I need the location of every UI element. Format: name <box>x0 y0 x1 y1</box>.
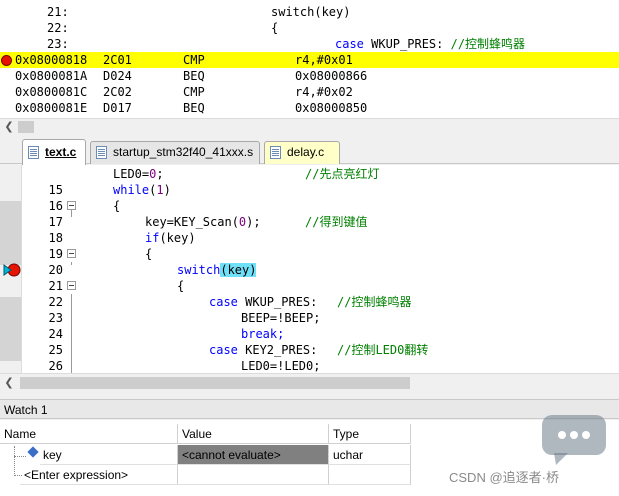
disasm-source-lineno: 21: <box>47 5 69 19</box>
enter-expression-value <box>178 465 329 485</box>
disasm-source-line[interactable]: 22: { <box>0 20 619 36</box>
disasm-operands: 0x08000850 <box>295 101 368 115</box>
code-line[interactable]: 27 LED0=!LED0; <box>0 358 619 373</box>
disasm-line[interactable]: 0x0800081C 2C02 CMP r4,#0x02 <box>0 84 619 100</box>
disassembly-scrollbar[interactable]: ❮ <box>0 118 619 134</box>
tab-label: delay.c <box>287 145 325 159</box>
disasm-opcode: D017 <box>103 101 132 115</box>
code-text: switch(key) <box>177 263 257 277</box>
code-text: { <box>145 247 153 261</box>
disasm-source-lineno: 22: <box>47 21 69 35</box>
disasm-operands: 0x08000866 <box>295 69 368 83</box>
disasm-line[interactable]: 0x0800081A D024 BEQ 0x08000866 <box>0 68 619 84</box>
code-line[interactable]: 16 while(1) <box>0 182 619 213</box>
disasm-opcode: 2C01 <box>103 53 132 67</box>
code-line[interactable]: 26 case KEY2_PRES: //控制LED0翻转 <box>0 342 619 373</box>
tree-guide <box>14 456 26 457</box>
code-text: case KEY2_PRES: <box>209 343 318 357</box>
code-text: BEEP=!BEEP; <box>241 311 321 325</box>
asm-file-icon <box>96 146 107 159</box>
fold-collapse-icon[interactable] <box>67 201 76 210</box>
fold-collapse-icon[interactable] <box>67 281 76 290</box>
code-line[interactable]: 22 { <box>0 278 619 309</box>
disasm-address: 0x0800081C <box>15 85 88 99</box>
disassembly-pane[interactable]: 21: switch(key) 22: { 23: case WKUP_PRES… <box>0 0 619 118</box>
csdn-watermark: CSDN @追逐者·桥 <box>449 470 559 485</box>
variable-icon <box>27 446 39 458</box>
disasm-current-line[interactable]: 0x08000818 2C01 CMP r4,#0x01 <box>0 52 619 68</box>
disasm-address: 0x0800081A <box>15 69 88 83</box>
code-line[interactable]: 20 { <box>0 246 619 277</box>
scroll-left-icon[interactable]: ❮ <box>2 119 16 135</box>
disasm-address: 0x08000818 <box>15 53 88 67</box>
code-text: key=KEY_Scan(0); <box>145 215 261 229</box>
code-text: { <box>113 199 121 213</box>
code-line[interactable]: 15 LED0=0; //先点亮红灯 <box>0 166 619 197</box>
code-text: break; <box>241 327 285 341</box>
c-file-icon <box>28 146 39 159</box>
code-line-current[interactable]: 21 switch(key) <box>0 262 619 293</box>
disasm-address: 0x0800081E <box>15 101 88 115</box>
disasm-source-line[interactable]: 23: case WKUP_PRES: //控制蜂鸣器 <box>0 36 619 52</box>
breakpoint-icon[interactable] <box>1 55 12 66</box>
code-line[interactable]: 17 { <box>0 198 619 229</box>
enter-expression-type <box>329 465 411 485</box>
disasm-opcode: D024 <box>103 69 132 83</box>
column-header-name[interactable]: Name <box>0 424 178 444</box>
tab-startup-s[interactable]: startup_stm32f40_41xxx.s <box>90 141 260 164</box>
disasm-mnemonic: CMP <box>183 85 205 99</box>
disasm-source-text: { <box>271 21 279 35</box>
disasm-mnemonic: CMP <box>183 53 205 67</box>
tab-text-c[interactable]: text.c <box>22 139 86 165</box>
disasm-line[interactable]: 0x0800081E D017 BEQ 0x08000850 <box>0 100 619 116</box>
disasm-mnemonic: BEQ <box>183 101 205 115</box>
disasm-operands: r4,#0x02 <box>295 85 353 99</box>
tab-label: startup_stm32f40_41xxx.s <box>113 145 254 159</box>
enter-expression-field[interactable]: <Enter expression> <box>20 465 178 485</box>
code-comment: //先点亮红灯 <box>305 167 380 181</box>
code-text: { <box>177 279 185 293</box>
code-text: LED0=!LED0; <box>241 359 321 373</box>
code-text: if(key) <box>145 231 196 245</box>
editor-scrollbar[interactable]: ❮ <box>0 373 619 391</box>
fold-collapse-icon[interactable] <box>67 249 76 258</box>
disasm-source-text: case WKUP_PRES: //控制蜂鸣器 <box>335 37 526 51</box>
disasm-opcode: 2C02 <box>103 85 132 99</box>
scroll-thumb[interactable] <box>20 377 410 389</box>
disasm-mnemonic: BEQ <box>183 69 205 83</box>
code-comment: //控制LED0翻转 <box>337 343 429 357</box>
c-file-icon <box>270 146 281 159</box>
code-text: LED0=0; <box>113 167 164 181</box>
code-comment: //控制蜂鸣器 <box>337 295 412 309</box>
watch-row-key-value[interactable]: <cannot evaluate> <box>178 445 329 465</box>
code-text: case WKUP_PRES: <box>209 295 318 309</box>
scroll-thumb[interactable] <box>18 121 34 133</box>
disasm-source-line[interactable]: 21: switch(key) <box>0 4 619 20</box>
code-text: while(1) <box>113 183 171 197</box>
code-line[interactable]: 23 case WKUP_PRES: //控制蜂鸣器 <box>0 294 619 325</box>
disasm-source-lineno: 23: <box>47 37 69 51</box>
tree-guide <box>14 446 15 476</box>
code-comment: //得到键值 <box>305 215 368 229</box>
watch-row-key-name[interactable]: key <box>40 445 178 465</box>
disasm-operands: r4,#0x01 <box>295 53 353 67</box>
column-header-value[interactable]: Value <box>178 424 329 444</box>
code-line[interactable]: 19 if(key) <box>0 230 619 261</box>
code-line[interactable]: 24 BEEP=!BEEP; <box>0 310 619 341</box>
source-editor[interactable]: 15 LED0=0; //先点亮红灯 16 while(1) 17 { 18 k… <box>0 165 619 373</box>
watch-window-title: Watch 1 <box>0 399 619 419</box>
chat-bubble-icon <box>542 415 606 465</box>
scroll-left-icon[interactable]: ❮ <box>2 375 16 391</box>
column-header-type[interactable]: Type <box>329 424 411 444</box>
editor-tab-bar: text.c startup_stm32f40_41xxx.s delay.c <box>0 136 619 165</box>
code-line[interactable]: 18 key=KEY_Scan(0); //得到键值 <box>0 214 619 245</box>
watch-row-key-type: uchar <box>329 445 411 465</box>
tab-label: text.c <box>45 145 77 159</box>
code-line[interactable]: 25 break; <box>0 326 619 357</box>
disasm-source-text: switch(key) <box>271 5 351 19</box>
tab-delay-c[interactable]: delay.c <box>264 141 340 164</box>
